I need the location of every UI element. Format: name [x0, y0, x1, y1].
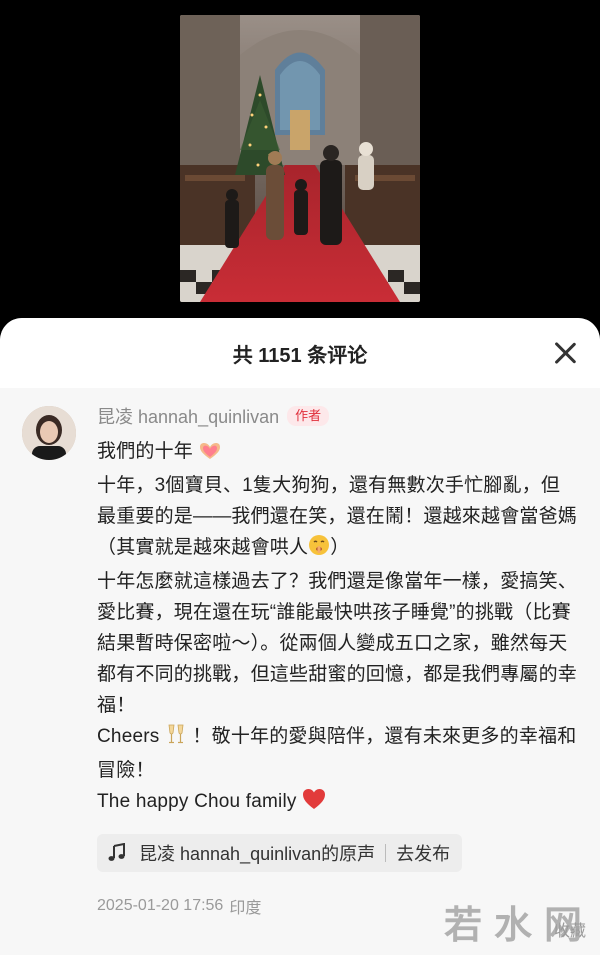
comment-paragraph-3-start: Cheers: [97, 726, 160, 747]
comment-paragraph-1-end: ）: [330, 537, 350, 558]
sound-publish-action[interactable]: 去发布: [396, 840, 450, 866]
video-area[interactable]: [0, 0, 600, 330]
close-icon[interactable]: [552, 340, 578, 366]
comments-header: 共 1151 条评论: [0, 318, 600, 388]
red-heart-icon: [302, 788, 326, 820]
author-row: 昆凌 hannah_quinlivan 作者: [97, 400, 577, 432]
champagne-icon: [165, 723, 187, 755]
author-name[interactable]: 昆凌 hannah_quinlivan: [97, 403, 279, 429]
shush-face-icon: [308, 534, 330, 566]
music-note-icon: [107, 842, 127, 863]
sound-label: 昆凌 hannah_quinlivan的原声: [139, 844, 376, 864]
comment-paragraph-2: 十年怎麼就這樣過去了？我們還是像當年一樣，愛搞笑、愛比賽，現在還在玩“誰能最快哄…: [97, 571, 578, 716]
comment-text: 我們的十年 十年，3個寶貝、1隻大狗狗，還有無數次手忙腳亂，但最重要的是——我們…: [97, 436, 577, 820]
original-sound-chip[interactable]: 昆凌 hannah_quinlivan的原声 去发布: [97, 834, 463, 872]
avatar[interactable]: [22, 406, 76, 460]
author-badge: 作者: [287, 406, 330, 426]
comment-line-1: 我們的十年: [97, 441, 194, 462]
comment-timestamp: 2025-01-20 17:56: [97, 897, 224, 914]
comments-sheet: 共 1151 条评论 昆凌 hannah_quinlivan 作者 我們的十年: [0, 318, 600, 955]
chip-divider: [385, 844, 387, 862]
heart-hands-icon: [199, 439, 221, 470]
comment-body: 昆凌 hannah_quinlivan 作者 我們的十年 十年，3個寶貝、1隻大…: [97, 400, 577, 918]
watermark-trailing: 收藏: [553, 923, 586, 940]
comment-location: 印度: [229, 900, 262, 917]
comment-paragraph-4: The happy Chou family: [97, 791, 297, 812]
watermark: 若水网 收藏: [444, 894, 586, 949]
video-thumbnail[interactable]: [180, 15, 420, 302]
comments-count-title: 共 1151 条评论: [232, 344, 368, 367]
